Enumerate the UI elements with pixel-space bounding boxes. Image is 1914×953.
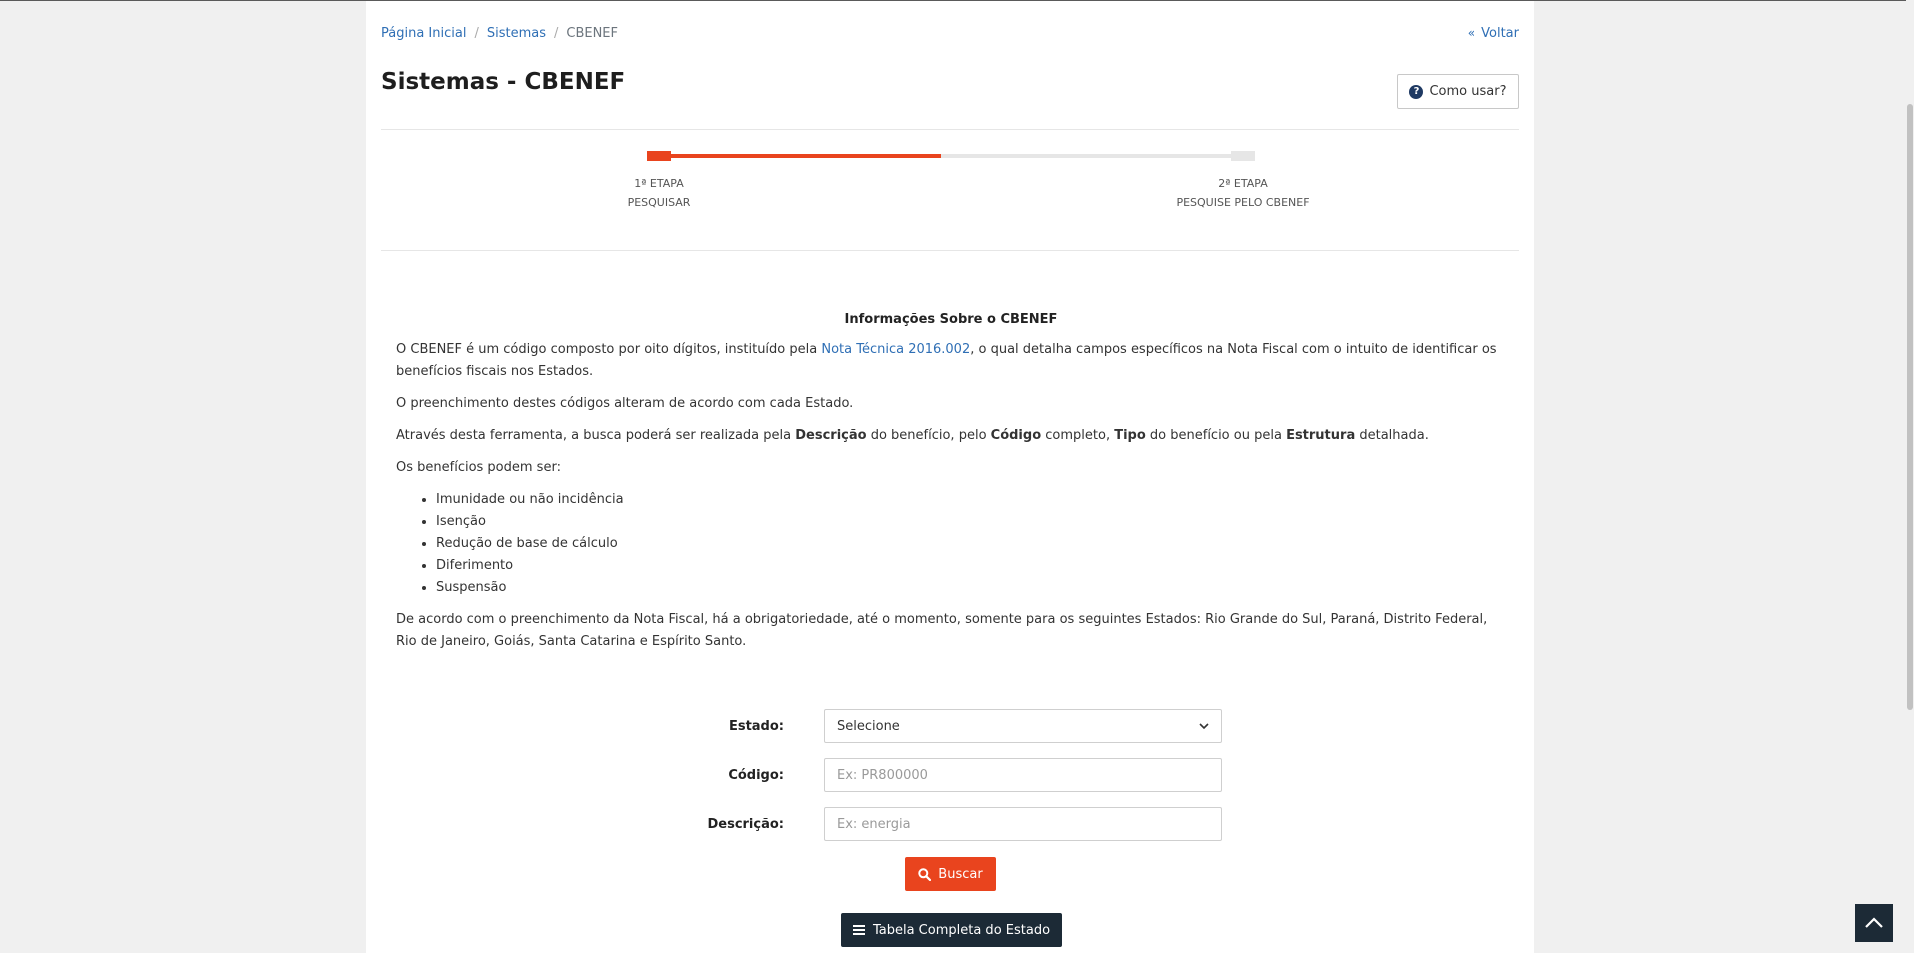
code-row: Código: <box>366 758 1534 792</box>
step-1-marker <box>647 151 671 161</box>
list-item: Imunidade ou não incidência <box>436 489 1506 511</box>
step-2-label: 2ª ETAPA PESQUISE PELO CBENEF <box>1163 174 1323 212</box>
step-1-label: 1ª ETAPA PESQUISAR <box>579 174 739 212</box>
info-paragraph: Através desta ferramenta, a busca poderá… <box>396 425 1506 447</box>
step-1-number: 1ª ETAPA <box>634 177 684 190</box>
scrollbar-thumb[interactable] <box>1907 104 1913 710</box>
double-chevron-left-icon: « <box>1467 26 1476 40</box>
divider <box>381 129 1519 130</box>
info-section: Informações Sobre o CBENEF O CBENEF é um… <box>396 311 1506 663</box>
step-2-name: PESQUISE PELO CBENEF <box>1176 196 1310 209</box>
full-state-table-label: Tabela Completa do Estado <box>872 922 1051 938</box>
info-bold-text: Estrutura <box>1286 428 1356 443</box>
info-text: O CBENEF é um código composto por oito d… <box>396 342 822 357</box>
list-item: Suspensão <box>436 577 1506 599</box>
divider <box>381 250 1519 251</box>
page-title: Sistemas - CBENEF <box>381 69 626 95</box>
progress-fill <box>647 154 941 158</box>
breadcrumb-home-link[interactable]: Página Inicial <box>381 26 466 41</box>
step-2-number: 2ª ETAPA <box>1218 177 1268 190</box>
search-icon <box>918 867 932 881</box>
state-select[interactable]: Selecione <box>824 709 1222 743</box>
info-text: detalhada. <box>1355 428 1429 443</box>
description-label: Descrição: <box>707 816 784 832</box>
description-input[interactable] <box>824 807 1222 841</box>
back-link[interactable]: « Voltar <box>1468 26 1519 41</box>
how-to-use-label: Como usar? <box>1429 84 1507 99</box>
chevron-up-icon <box>1865 917 1883 928</box>
search-button[interactable]: Buscar <box>905 857 996 891</box>
info-paragraph: O CBENEF é um código composto por oito d… <box>396 339 1506 383</box>
state-select-value: Selecione <box>837 718 900 734</box>
benefits-list: Imunidade ou não incidência Isenção Redu… <box>396 489 1506 599</box>
info-text: Através desta ferramenta, a busca poderá… <box>396 428 796 443</box>
info-text: do benefício ou pela <box>1145 428 1287 443</box>
info-text: completo, <box>1041 428 1115 443</box>
list-item: Diferimento <box>436 555 1506 577</box>
main-container: Página Inicial / Sistemas / CBENEF « Voltar S… <box>366 1 1534 953</box>
chevron-down-icon <box>1199 720 1209 733</box>
breadcrumb: Página Inicial / Sistemas / CBENEF <box>381 26 618 41</box>
code-label: Código: <box>728 767 784 783</box>
info-bold-text: Tipo <box>1114 428 1146 443</box>
step-1-name: PESQUISAR <box>627 196 691 209</box>
progress-steps: 1ª ETAPA PESQUISAR 2ª ETAPA PESQUISE PEL… <box>366 151 1534 211</box>
info-bold-text: Descrição <box>795 428 867 443</box>
info-bold-text: Código <box>990 428 1042 443</box>
back-link-label: Voltar <box>1481 26 1519 41</box>
back-to-top-button[interactable] <box>1855 904 1893 942</box>
list-item: Isenção <box>436 511 1506 533</box>
full-state-table-button[interactable]: Tabela Completa do Estado <box>841 913 1062 947</box>
progress-track <box>647 154 1234 158</box>
step-2-marker <box>1231 151 1255 161</box>
list-item: Redução de base de cálculo <box>436 533 1506 555</box>
info-paragraph: Os benefícios podem ser: <box>396 460 561 475</box>
state-label: Estado: <box>728 718 784 734</box>
how-to-use-button[interactable]: ? Como usar? <box>1397 74 1519 109</box>
description-row: Descrição: <box>366 807 1534 841</box>
technical-note-link[interactable]: Nota Técnica 2016.002 <box>821 342 970 357</box>
info-text: do benefício, pelo <box>866 428 991 443</box>
breadcrumb-systems-link[interactable]: Sistemas <box>487 26 546 41</box>
menu-icon <box>852 923 865 937</box>
scrollbar[interactable] <box>1906 0 1914 953</box>
breadcrumb-separator: / <box>553 26 559 41</box>
info-heading: Informações Sobre o CBENEF <box>844 312 1058 327</box>
search-button-label: Buscar <box>938 866 983 882</box>
info-paragraph: De acordo com o preenchimento da Nota Fi… <box>396 612 1488 649</box>
code-input[interactable] <box>824 758 1222 792</box>
state-row: Estado: Selecione <box>366 709 1534 743</box>
info-paragraph: O preenchimento destes códigos alteram d… <box>396 396 854 411</box>
breadcrumb-separator: / <box>474 26 479 41</box>
breadcrumb-current: CBENEF <box>566 26 619 41</box>
question-circle-icon: ? <box>1409 84 1424 99</box>
